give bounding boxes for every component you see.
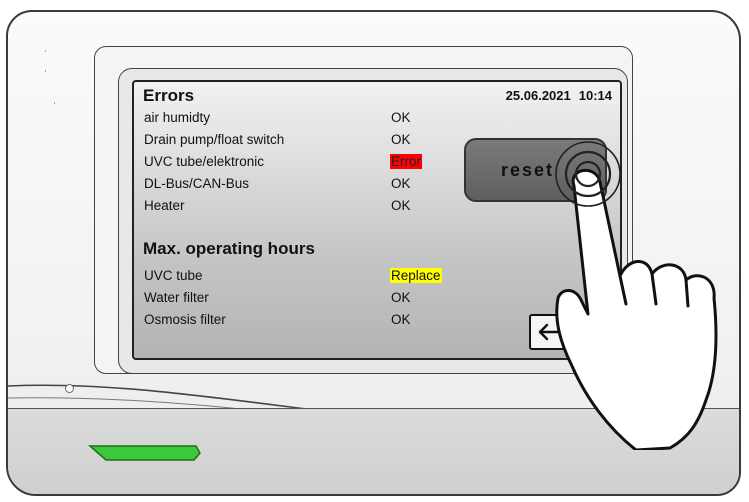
hours-status: OK (391, 312, 411, 327)
error-label: UVC tube/elektronic (144, 154, 265, 169)
hours-row: Osmosis filter OK (144, 310, 444, 332)
error-row: Drain pump/float switch OK (144, 130, 444, 152)
error-status: OK (391, 110, 411, 125)
housing-mark (45, 50, 46, 52)
pointing-hand-icon (555, 141, 718, 450)
hours-label: Osmosis filter (144, 312, 226, 327)
section-title: Max. operating hours (143, 239, 315, 258)
hours-label: UVC tube (144, 268, 203, 283)
error-label: air humidty (144, 110, 211, 125)
error-row: DL-Bus/CAN-Bus OK (144, 174, 444, 196)
date-time: 25.06.2021 10:14 (506, 88, 612, 103)
error-status: OK (391, 176, 411, 191)
error-row: air humidty OK (144, 108, 444, 130)
error-label: DL-Bus/CAN-Bus (144, 176, 250, 191)
error-label: Drain pump/float switch (144, 132, 285, 147)
housing-mark (45, 70, 46, 72)
page-title: Errors (143, 86, 195, 105)
power-indicator-dot (65, 384, 74, 393)
error-row: UVC tube/elektronic Error (144, 152, 444, 174)
error-status: OK (391, 132, 411, 147)
error-row: Heater OK (144, 196, 444, 218)
date: 25.06.2021 (505, 88, 571, 103)
housing-mark (54, 102, 55, 104)
hours-status-badge: Replace (390, 268, 442, 283)
hours-status: OK (391, 290, 411, 305)
hours-row: UVC tube Replace (144, 266, 444, 288)
error-label: Heater (144, 198, 185, 213)
time: 10:14 (578, 88, 612, 103)
hours-row: Water filter OK (144, 288, 444, 310)
status-led (88, 445, 201, 461)
error-status: OK (391, 198, 411, 213)
hours-label: Water filter (144, 290, 209, 305)
error-status-badge: Error (390, 154, 422, 169)
